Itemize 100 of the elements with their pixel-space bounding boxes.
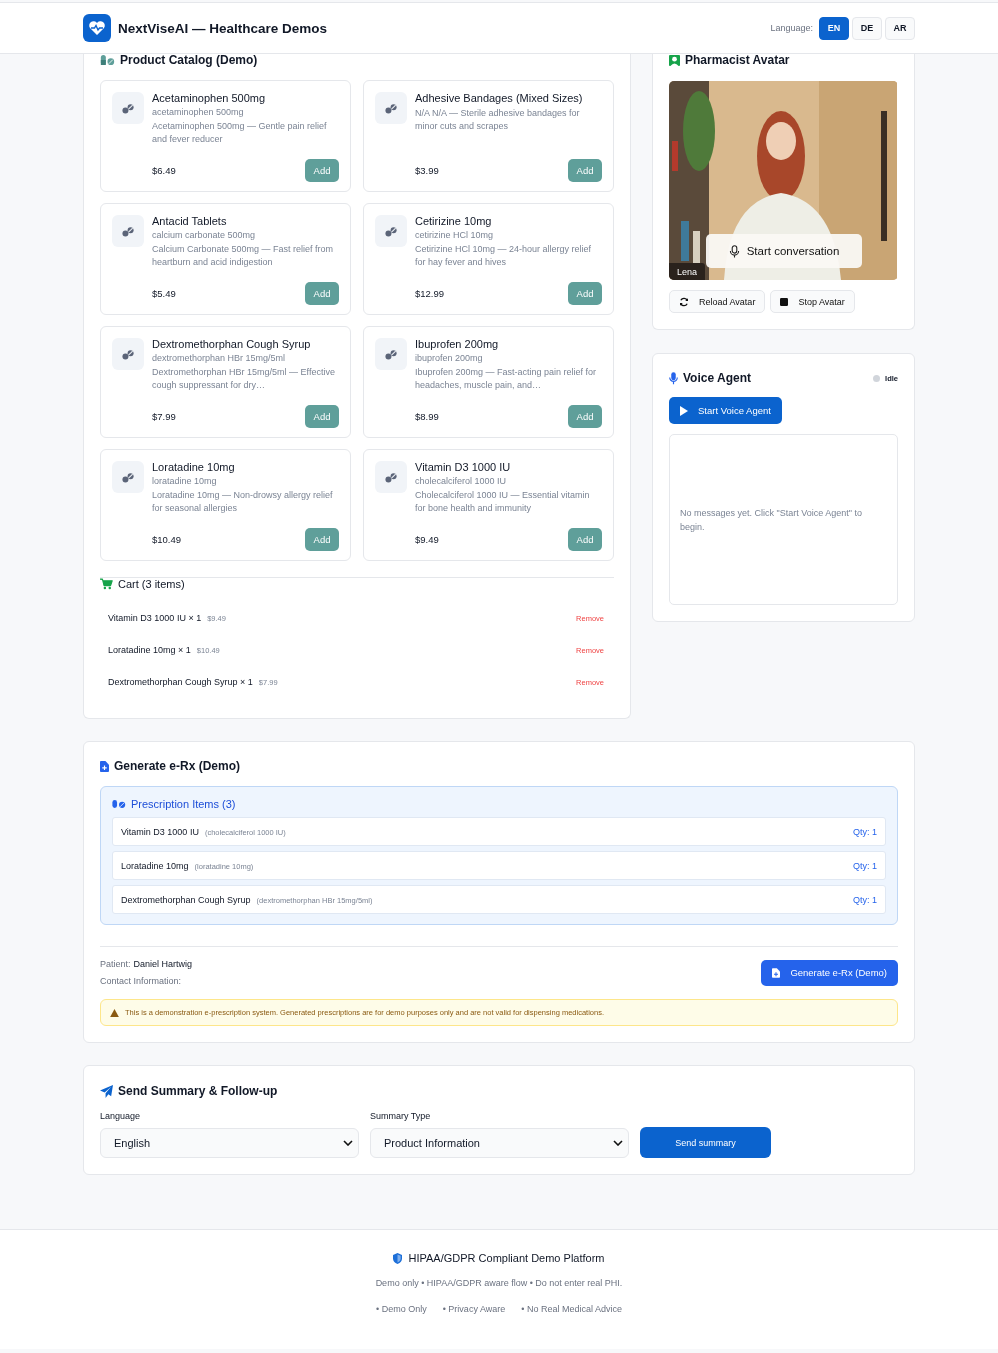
contact-label: Contact Information: bbox=[100, 976, 183, 986]
pills-icon bbox=[121, 102, 135, 114]
pills-icon bbox=[112, 799, 126, 809]
product-name: Ibuprofen 200mg bbox=[415, 338, 500, 350]
status-dot-icon bbox=[873, 374, 881, 382]
pills-icon bbox=[121, 225, 135, 237]
pills-icon bbox=[384, 471, 398, 483]
product-description: Ibuprofen 200mg — Fast-acting pain relief for headaches, muscle pain, and… bbox=[415, 366, 598, 392]
add-button[interactable]: Add bbox=[568, 405, 602, 428]
product-generic-name: calcium carbonate 500mg bbox=[152, 230, 257, 240]
send-summary-button[interactable]: Send summary bbox=[640, 1127, 771, 1158]
item-quantity: Qty: 1 bbox=[853, 894, 877, 905]
pills-icon bbox=[384, 348, 398, 360]
section-title: Cart (3 items) bbox=[118, 578, 185, 590]
product-price: $12.99 bbox=[415, 288, 445, 299]
product-name: Vitamin D3 1000 IU bbox=[415, 461, 512, 473]
patient-label: Patient: bbox=[100, 959, 131, 969]
product-name: Cetirizine 10mg bbox=[415, 215, 493, 227]
app-title: NextViseAI — Healthcare Demos bbox=[118, 20, 328, 36]
generate-erx-button[interactable]: Generate e-Rx (Demo) bbox=[761, 959, 898, 986]
microphone-icon bbox=[728, 244, 740, 258]
start-voice-agent-button[interactable]: Start Voice Agent bbox=[669, 397, 782, 424]
item-name: Vitamin D3 1000 IU bbox=[121, 826, 199, 837]
add-button[interactable]: Add bbox=[568, 159, 602, 182]
add-button[interactable]: Add bbox=[568, 282, 602, 305]
section-title: Product Catalog (Demo) bbox=[120, 53, 258, 67]
document-plus-icon bbox=[100, 760, 109, 772]
language-button[interactable]: EN bbox=[819, 16, 849, 40]
footer-note: Demo only • HIPAA/GDPR aware flow • Do not enter real PHI. bbox=[375, 1278, 623, 1288]
product-price: $8.99 bbox=[415, 411, 439, 422]
product-price: $7.99 bbox=[152, 411, 176, 422]
paper-plane-icon bbox=[100, 1084, 113, 1098]
item-name: Loratadine 10mg bbox=[121, 860, 189, 871]
prescription-items-title: Prescription Items (3) bbox=[131, 798, 236, 810]
language-label: Language: bbox=[770, 23, 813, 33]
name-tag: Lena bbox=[669, 263, 706, 280]
stop-icon bbox=[780, 297, 789, 306]
add-button[interactable]: Add bbox=[305, 282, 339, 305]
product-generic-name: loratadine 10mg bbox=[152, 476, 218, 486]
add-button[interactable]: Add bbox=[305, 159, 339, 182]
section-title: Generate e-Rx (Demo) bbox=[114, 759, 241, 773]
product-price: $10.49 bbox=[152, 534, 182, 545]
product-description: N/A N/A — Sterile adhesive bandages for minor cuts and scrapes bbox=[415, 107, 581, 133]
product-name: Loratadine 10mg bbox=[152, 461, 236, 473]
pills-icon bbox=[121, 471, 135, 483]
section-title: Voice Agent bbox=[683, 371, 751, 385]
footer-label: • Privacy Aware bbox=[442, 1304, 506, 1314]
chevron-down-icon bbox=[343, 1140, 353, 1146]
field-label: Language bbox=[100, 1111, 142, 1121]
language-button[interactable]: DE bbox=[852, 16, 882, 40]
cart-item-name: Loratadine 10mg × 1 bbox=[108, 645, 191, 655]
product-price: $6.49 bbox=[152, 165, 176, 176]
refresh-icon bbox=[679, 296, 689, 307]
cart-item-name: Dextromethorphan Cough Syrup × 1 bbox=[108, 677, 253, 687]
product-description: Cholecalciferol 1000 IU — Essential vitamin for bone health and immunity bbox=[415, 489, 591, 515]
product-name: Adhesive Bandages (Mixed Sizes) bbox=[415, 92, 584, 104]
language-button[interactable]: AR bbox=[885, 16, 915, 40]
add-button[interactable]: Add bbox=[568, 528, 602, 551]
section-title: Send Summary & Follow-up bbox=[118, 1084, 278, 1098]
item-name: Dextromethorphan Cough Syrup bbox=[121, 894, 251, 905]
pills-icon bbox=[121, 348, 135, 360]
cart-icon bbox=[100, 578, 113, 590]
product-price: $9.49 bbox=[415, 534, 439, 545]
microphone-icon bbox=[669, 371, 678, 385]
footer-title: HIPAA/GDPR Compliant Demo Platform bbox=[408, 1252, 605, 1264]
patient-name: Daniel Hartwig bbox=[133, 959, 193, 969]
footer-label: • No Real Medical Advice bbox=[521, 1304, 622, 1314]
item-quantity: Qty: 1 bbox=[853, 860, 877, 871]
footer-label: • Demo Only bbox=[376, 1304, 427, 1314]
add-button[interactable]: Add bbox=[305, 405, 339, 428]
product-description: Calcium Carbonate 500mg — Fast relief from heartburn and acid indigestion bbox=[152, 243, 335, 269]
product-description: Acetaminophen 500mg — Gentle pain relief and fever reducer bbox=[152, 120, 328, 146]
product-name: Dextromethorphan Cough Syrup bbox=[152, 338, 312, 350]
product-price: $3.99 bbox=[415, 165, 439, 176]
section-title: Pharmacist Avatar bbox=[685, 53, 790, 67]
product-generic-name: cetirizine HCl 10mg bbox=[415, 230, 495, 240]
avatar-button[interactable]: Stop Avatar bbox=[770, 290, 855, 313]
dropdown[interactable]: English bbox=[100, 1128, 359, 1158]
shield-icon bbox=[393, 1252, 403, 1264]
dropdown[interactable]: Product Information bbox=[370, 1128, 629, 1158]
product-name: Antacid Tablets bbox=[152, 215, 228, 227]
start-conversation-button[interactable]: Start conversation bbox=[706, 234, 862, 268]
product-generic-name: ibuprofen 200mg bbox=[415, 353, 484, 363]
product-generic-name: acetaminophen 500mg bbox=[152, 107, 245, 117]
empty-message: No messages yet. Click "Start Voice Agent" to begin. bbox=[680, 506, 863, 534]
play-icon bbox=[680, 405, 688, 416]
avatar-button[interactable]: Reload Avatar bbox=[669, 290, 766, 313]
product-generic-name: cholecalciferol 1000 IU bbox=[415, 476, 508, 486]
heart-pulse-icon bbox=[83, 14, 111, 42]
product-description: Cetirizine HCl 10mg — 24-hour allergy relief for hay fever and hives bbox=[415, 243, 593, 269]
product-generic-name: dextromethorphan HBr 15mg/5ml bbox=[152, 353, 287, 363]
add-button[interactable]: Add bbox=[305, 528, 339, 551]
warning-icon bbox=[110, 1008, 119, 1017]
product-name: Acetaminophen 500mg bbox=[152, 92, 267, 104]
product-description: Dextromethorphan HBr 15mg/5ml — Effective cough suppressant for dry… bbox=[152, 366, 336, 392]
product-price: $5.49 bbox=[152, 288, 176, 299]
pills-icon bbox=[384, 225, 398, 237]
product-description: Loratadine 10mg — Non-drowsy allergy relief for seasonal allergies bbox=[152, 489, 334, 515]
cart-item-name: Vitamin D3 1000 IU × 1 bbox=[108, 613, 202, 623]
chevron-down-icon bbox=[613, 1140, 623, 1146]
